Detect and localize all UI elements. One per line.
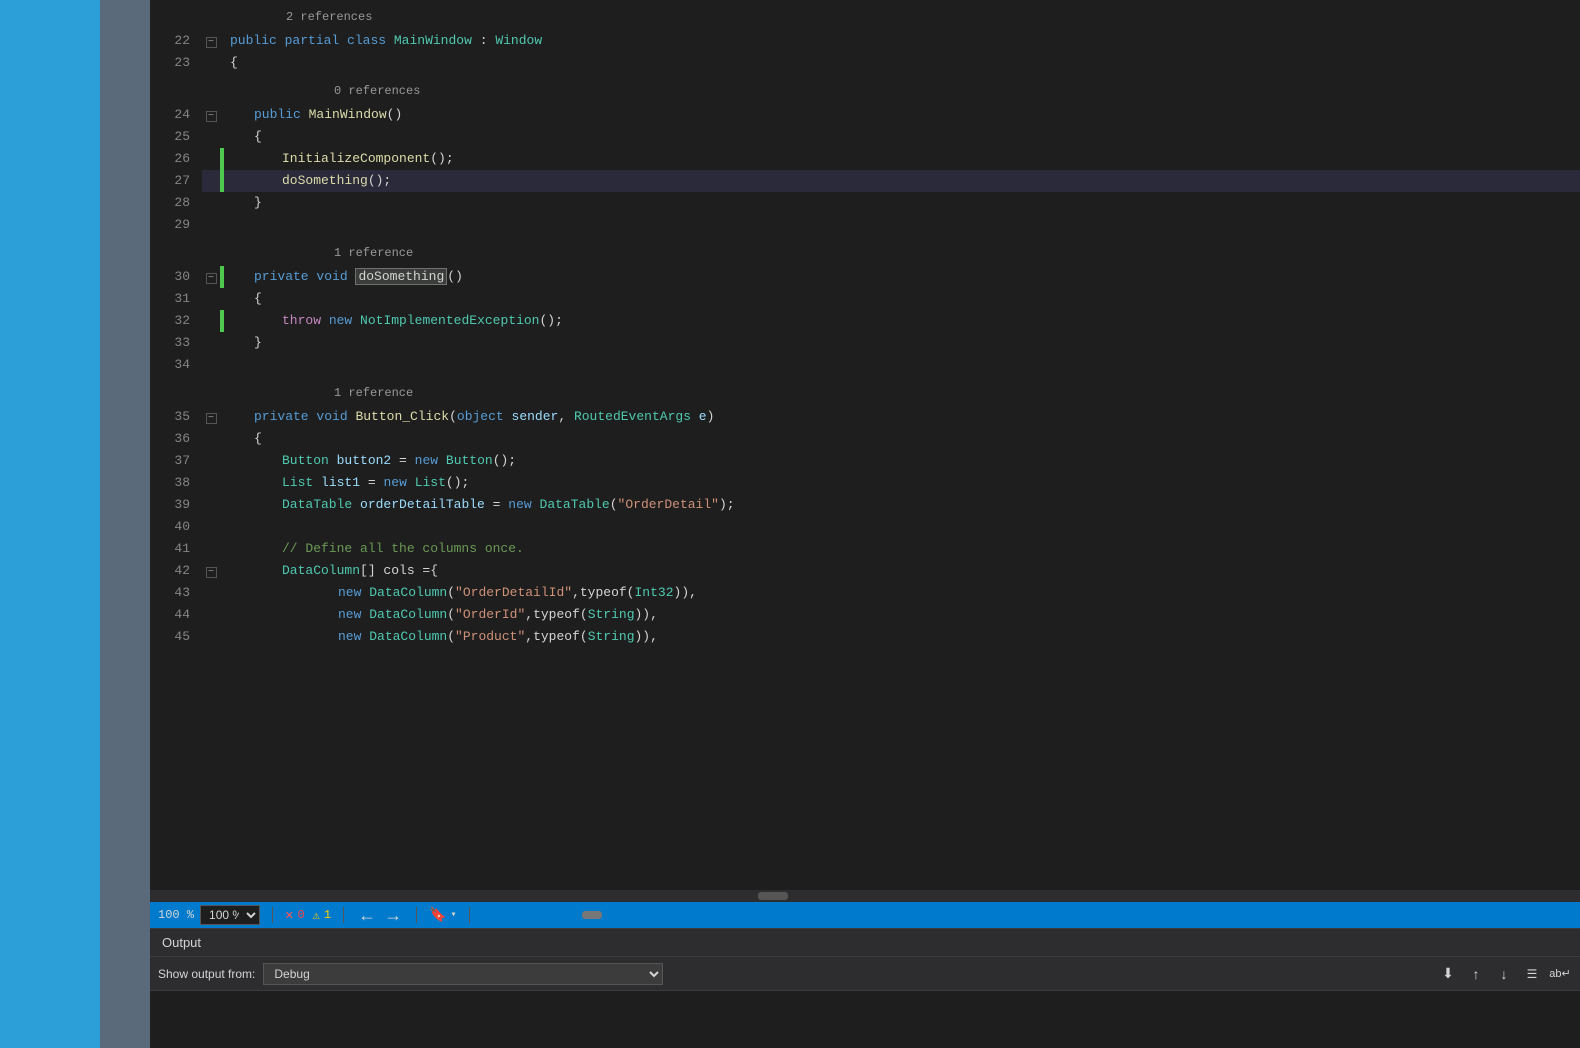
scroll-to-end-button[interactable]: ⬇: [1436, 963, 1460, 985]
output-panel: Output Show output from: Debug ⬇ ↑ ↓ ☰ a…: [150, 928, 1580, 1048]
error-icon: ✕: [285, 907, 293, 924]
list-item: 42 − DataColumn[] cols ={: [150, 560, 1580, 582]
list-item: 26 InitializeComponent();: [150, 148, 1580, 170]
scrollbar-area: [482, 910, 1572, 920]
list-item: 37 Button button2 = new Button();: [150, 450, 1580, 472]
left-sidebar: [0, 0, 150, 1048]
reference-count: 0 references: [226, 74, 1580, 104]
error-number: 0: [297, 908, 304, 922]
word-wrap-button[interactable]: ab↵: [1548, 963, 1572, 985]
prev-button[interactable]: ←: [356, 905, 378, 926]
output-header: Output: [150, 929, 1580, 957]
status-bar: 100 % 100 % ✕ 0 ⚠ 1 ← → 🔖: [150, 902, 1580, 928]
reference-count: 1 reference: [226, 236, 1580, 266]
separator: [272, 907, 273, 923]
bookmark-control: 🔖 ▾: [429, 907, 456, 924]
list-item: 40: [150, 516, 1580, 538]
reference-count: 2 references: [226, 0, 1580, 30]
list-item: 31 {: [150, 288, 1580, 310]
line-number: 22: [150, 30, 202, 52]
output-toolbar: Show output from: Debug ⬇ ↑ ↓ ☰ ab↵: [150, 957, 1580, 991]
warning-count: ⚠ 1: [313, 908, 331, 923]
list-item: 22 − public partial class MainWindow : W…: [150, 30, 1580, 52]
list-item: 36 {: [150, 428, 1580, 450]
activity-bar: [100, 0, 150, 1048]
collapse-button[interactable]: −: [202, 30, 220, 52]
list-item: 39 DataTable orderDetailTable = new Data…: [150, 494, 1580, 516]
list-item: 0 references: [150, 74, 1580, 104]
list-item: 35 − private void Button_Click(object se…: [150, 406, 1580, 428]
list-item: 2 references: [150, 0, 1580, 30]
list-item: 1 reference: [150, 376, 1580, 406]
reference-count: 1 reference: [226, 376, 1580, 406]
list-item: 34: [150, 354, 1580, 376]
code-line: public partial class MainWindow : Window: [226, 30, 1580, 52]
list-item: 29: [150, 214, 1580, 236]
error-count: ✕ 0: [285, 907, 305, 924]
separator: [343, 907, 344, 923]
navigation-controls: ← →: [356, 905, 404, 926]
list-item: 43 new DataColumn("OrderDetailId",typeof…: [150, 582, 1580, 604]
output-source-select[interactable]: Debug: [263, 963, 663, 985]
output-content: [150, 991, 1580, 1048]
list-item: 45 new DataColumn("Product",typeof(Strin…: [150, 626, 1580, 648]
code-table: 2 references 22 − public partial class M…: [150, 0, 1580, 648]
warning-number: 1: [324, 908, 331, 922]
list-item: 24 − public MainWindow(): [150, 104, 1580, 126]
scroll-down-button[interactable]: ↓: [1492, 963, 1516, 985]
show-output-label: Show output from:: [158, 967, 255, 981]
editor-container: 2 references 22 − public partial class M…: [150, 0, 1580, 1048]
list-item: 32 throw new NotImplementedException();: [150, 310, 1580, 332]
list-item: 44 new DataColumn("OrderId",typeof(Strin…: [150, 604, 1580, 626]
code-area[interactable]: 2 references 22 − public partial class M…: [150, 0, 1580, 890]
list-item: 1 reference: [150, 236, 1580, 266]
warning-icon: ⚠: [313, 908, 320, 923]
main-area: 2 references 22 − public partial class M…: [0, 0, 1580, 1048]
output-toolbar-icons: ⬇ ↑ ↓ ☰ ab↵: [1436, 963, 1572, 985]
separator: [469, 907, 470, 923]
list-item: 23 {: [150, 52, 1580, 74]
change-indicator: [220, 30, 226, 52]
list-item: 25 {: [150, 126, 1580, 148]
zoom-label: 100 %: [158, 908, 194, 922]
scroll-up-button[interactable]: ↑: [1464, 963, 1488, 985]
list-item: 27 doSomething();: [150, 170, 1580, 192]
list-item: 38 List list1 = new List();: [150, 472, 1580, 494]
bookmark-icon[interactable]: 🔖: [429, 907, 446, 924]
list-item: 33 }: [150, 332, 1580, 354]
clear-output-button[interactable]: ☰: [1520, 963, 1544, 985]
output-title: Output: [162, 935, 201, 950]
separator: [416, 907, 417, 923]
list-item: 41 // Define all the columns once.: [150, 538, 1580, 560]
zoom-dropdown[interactable]: 100 %: [200, 905, 260, 925]
list-item: 28 }: [150, 192, 1580, 214]
dropdown-arrow[interactable]: ▾: [451, 909, 457, 921]
list-item: 30 − private void doSomething(): [150, 266, 1580, 288]
next-button[interactable]: →: [382, 905, 404, 926]
zoom-control: 100 % 100 %: [158, 905, 260, 925]
